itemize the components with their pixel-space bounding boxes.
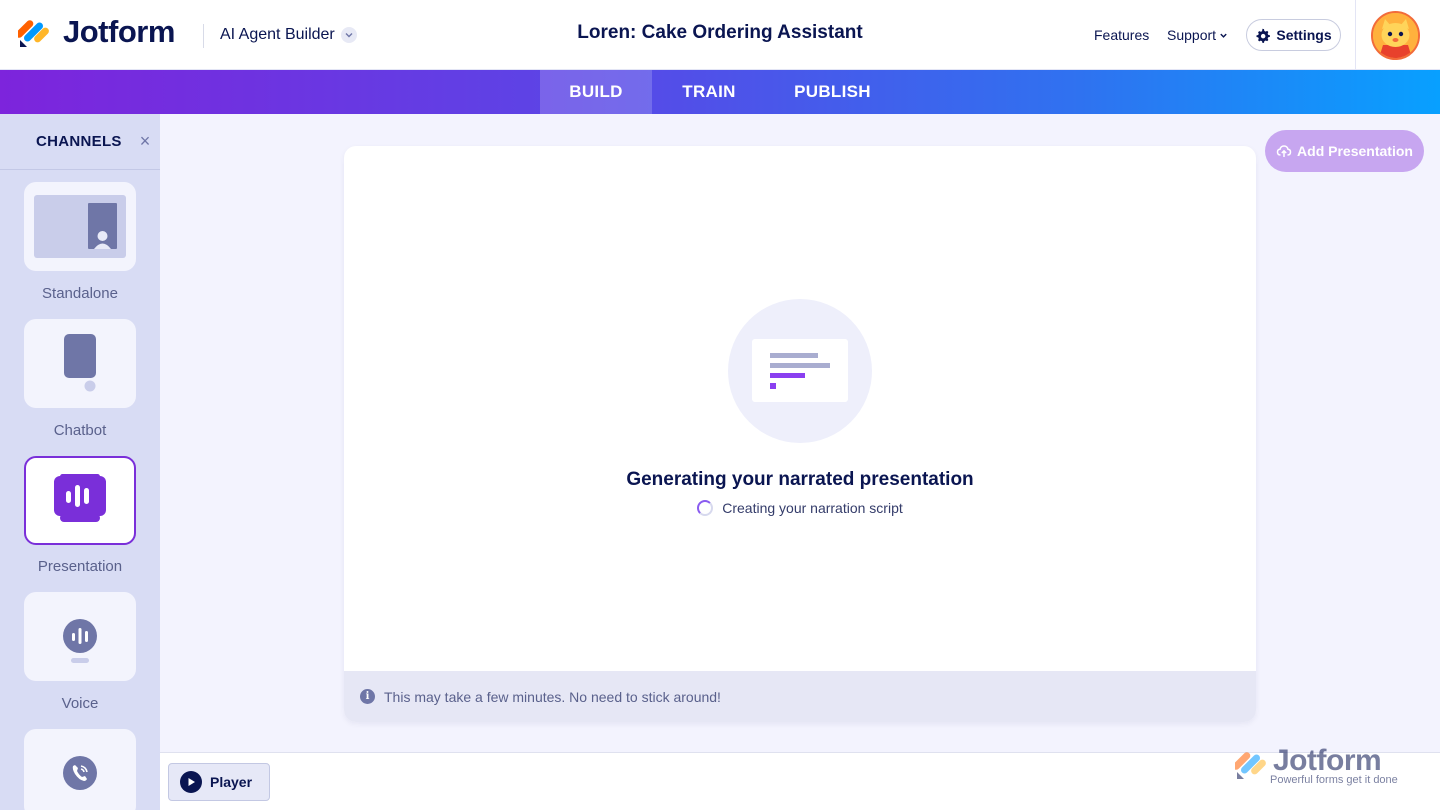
generation-panel: Generating your narrated presentation Cr… <box>344 146 1256 722</box>
tab-publish[interactable]: PUBLISH <box>766 70 899 114</box>
channel-voice[interactable] <box>24 592 136 681</box>
phone-icon <box>63 756 97 790</box>
logo-text[interactable]: Jotform <box>63 14 175 50</box>
document-icon <box>752 339 848 402</box>
top-header: Jotform AI Agent Builder Loren: Cake Ord… <box>0 0 1440 70</box>
chevron-down-icon <box>1220 33 1227 38</box>
sidebar-header: CHANNELS × <box>0 114 160 170</box>
product-name: AI Agent Builder <box>220 26 335 43</box>
document-illustration <box>728 299 872 443</box>
channel-phone[interactable] <box>24 729 136 810</box>
play-icon <box>180 771 202 793</box>
features-link[interactable]: Features <box>1094 27 1149 43</box>
header-divider <box>203 24 204 48</box>
add-presentation-label: Add Presentation <box>1297 143 1413 159</box>
player-button[interactable]: Player <box>168 763 270 801</box>
standalone-icon <box>34 195 126 258</box>
info-icon: i <box>360 689 375 704</box>
builder-tab-bar: BUILD TRAIN PUBLISH <box>0 70 1440 114</box>
loading-spinner-icon <box>697 500 714 516</box>
tab-train[interactable]: TRAIN <box>652 70 766 114</box>
tab-build[interactable]: BUILD <box>540 70 652 114</box>
product-switcher[interactable]: AI Agent Builder <box>220 24 357 46</box>
watermark-brand: Jotform <box>1273 744 1382 777</box>
presentation-icon <box>54 474 106 522</box>
generation-status: Creating your narration script <box>344 500 1256 516</box>
channel-label-presentation: Presentation <box>37 558 123 575</box>
jotform-logo-icon[interactable] <box>18 16 50 48</box>
channel-label-standalone: Standalone <box>42 285 118 302</box>
support-menu[interactable]: Support <box>1167 27 1228 43</box>
gear-icon <box>1256 28 1271 43</box>
jotform-logo-icon <box>1235 752 1266 779</box>
settings-button[interactable]: Settings <box>1246 19 1341 51</box>
channel-presentation[interactable] <box>24 456 136 545</box>
generation-title: Generating your narrated presentation <box>626 469 974 490</box>
user-avatar[interactable] <box>1371 11 1420 60</box>
close-icon[interactable]: × <box>136 132 154 150</box>
channel-standalone[interactable] <box>24 182 136 271</box>
support-label: Support <box>1167 27 1217 43</box>
header-divider <box>1355 0 1356 70</box>
voice-icon <box>63 619 97 663</box>
channel-label-chatbot: Chatbot <box>53 422 107 439</box>
channel-chatbot[interactable] <box>24 319 136 408</box>
settings-label: Settings <box>1276 27 1332 43</box>
channel-label-voice: Voice <box>61 695 99 712</box>
generation-status-text: Creating your narration script <box>722 500 903 516</box>
sidebar-title: CHANNELS <box>36 133 122 150</box>
player-label: Player <box>210 774 253 790</box>
chevron-down-icon <box>340 27 357 43</box>
cloud-upload-icon <box>1276 145 1292 157</box>
info-footer-text: This may take a few minutes. No need to … <box>384 688 721 705</box>
add-presentation-button[interactable]: Add Presentation <box>1265 130 1424 172</box>
avatar-cat-icon <box>1373 13 1418 58</box>
watermark-tagline: Powerful forms get it done <box>1270 774 1398 786</box>
chatbot-icon <box>64 334 96 392</box>
info-footer: i This may take a few minutes. No need t… <box>344 671 1256 722</box>
jotform-watermark: Jotform Powerful forms get it done <box>1235 744 1415 794</box>
channels-sidebar: CHANNELS × Standalone Chatbot Presentati… <box>0 114 160 810</box>
